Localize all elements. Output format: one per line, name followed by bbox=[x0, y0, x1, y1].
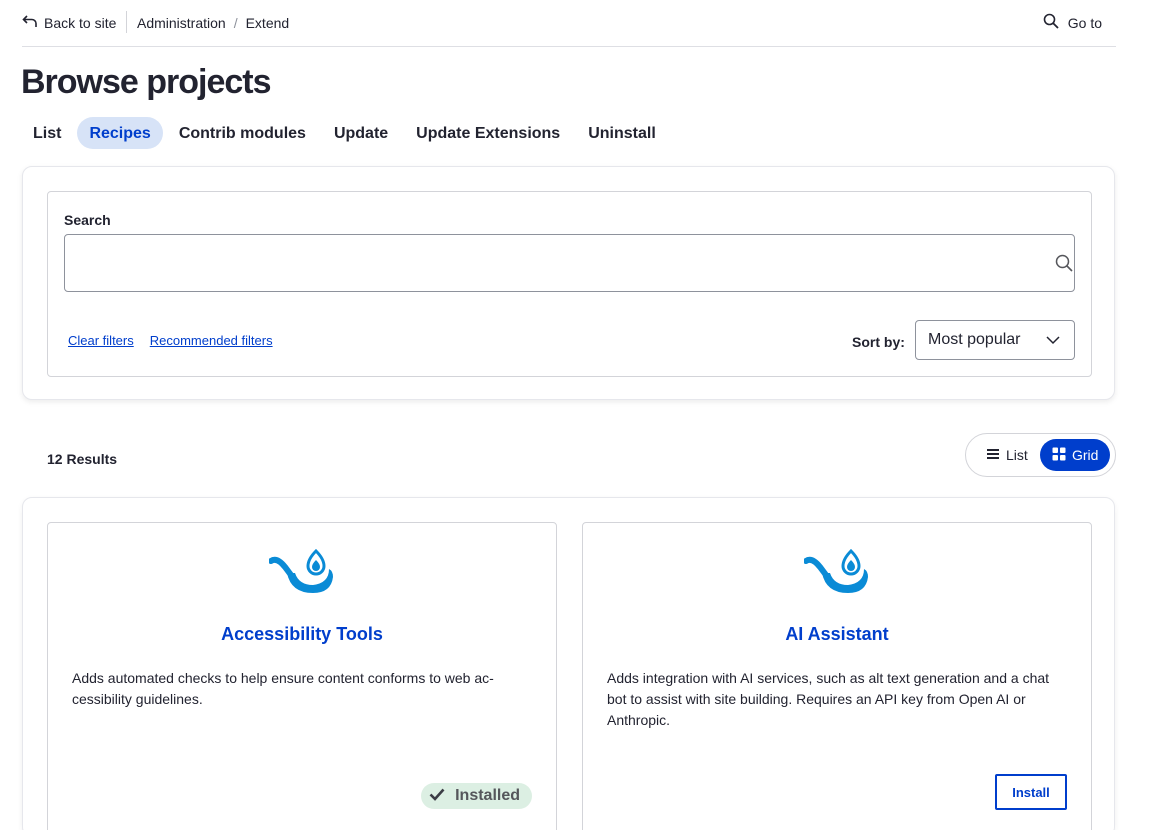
tab-contrib-modules[interactable]: Contrib modules bbox=[167, 117, 318, 149]
filter-panel: Search Clear filters Recommended filters… bbox=[22, 166, 1115, 400]
back-label: Back to site bbox=[44, 14, 117, 31]
clear-filters-link[interactable]: Clear filters bbox=[68, 333, 134, 348]
list-icon bbox=[986, 447, 1000, 464]
installed-label: Installed bbox=[455, 787, 520, 804]
project-card: Accessibility Tools Adds automated check… bbox=[47, 522, 557, 830]
grid-view-button[interactable]: Grid bbox=[1040, 439, 1111, 471]
project-title[interactable]: Accessibility Tools bbox=[48, 624, 556, 645]
grid-icon bbox=[1052, 447, 1066, 464]
sort-select[interactable]: Most popular bbox=[915, 320, 1075, 360]
top-bar: Back to site Administration / Extend Go … bbox=[22, 0, 1116, 47]
filter-box: Search Clear filters Recommended filters… bbox=[47, 191, 1092, 377]
breadcrumb-separator: / bbox=[233, 15, 238, 31]
results-count: 12 Results bbox=[47, 451, 118, 467]
tabs: List Recipes Contrib modules Update Upda… bbox=[21, 117, 672, 149]
tab-uninstall[interactable]: Uninstall bbox=[576, 117, 668, 149]
install-button[interactable]: Install bbox=[995, 774, 1067, 810]
installed-badge: Installed bbox=[421, 783, 532, 809]
recipe-pan-icon bbox=[268, 548, 335, 595]
breadcrumb-administration[interactable]: Administration bbox=[137, 15, 226, 31]
list-view-button[interactable]: List bbox=[974, 439, 1040, 471]
view-toggle: List Grid bbox=[965, 433, 1116, 477]
page-title: Browse projects bbox=[21, 63, 272, 101]
search-icon bbox=[1043, 13, 1059, 32]
project-title[interactable]: AI Assistant bbox=[583, 624, 1091, 645]
go-to-button[interactable]: Go to bbox=[1043, 13, 1102, 32]
divider bbox=[126, 11, 127, 33]
chevron-down-icon bbox=[1046, 333, 1060, 347]
filter-links: Clear filters Recommended filters bbox=[68, 333, 273, 348]
breadcrumb: Administration / Extend bbox=[137, 15, 289, 31]
checkmark-icon bbox=[429, 786, 445, 807]
list-view-label: List bbox=[1006, 447, 1028, 463]
grid-view-label: Grid bbox=[1072, 447, 1099, 463]
project-card: AI Assistant Adds integration with AI se… bbox=[582, 522, 1092, 830]
tab-update[interactable]: Update bbox=[322, 117, 400, 149]
breadcrumb-extend[interactable]: Extend bbox=[246, 15, 290, 31]
tab-list[interactable]: List bbox=[21, 117, 73, 149]
tab-update-extensions[interactable]: Update Extensions bbox=[404, 117, 572, 149]
recommended-filters-link[interactable]: Recommended filters bbox=[150, 333, 273, 348]
recipe-pan-icon bbox=[803, 548, 870, 595]
go-to-label: Go to bbox=[1067, 14, 1102, 31]
search-icon bbox=[1055, 254, 1073, 272]
project-description: Adds integration with AI services, such … bbox=[607, 670, 1050, 728]
project-description: Adds automated checks to help ensure con… bbox=[72, 670, 494, 707]
projects-grid: Accessibility Tools Adds automated check… bbox=[22, 497, 1115, 830]
sort-label: Sort by: bbox=[852, 334, 905, 350]
search-label: Search bbox=[64, 212, 111, 228]
tab-recipes[interactable]: Recipes bbox=[77, 117, 163, 149]
sort-value: Most popular bbox=[928, 331, 1021, 348]
back-arrow-icon bbox=[22, 13, 38, 32]
search-input[interactable] bbox=[64, 234, 1075, 292]
back-to-site-link[interactable]: Back to site bbox=[22, 13, 116, 32]
